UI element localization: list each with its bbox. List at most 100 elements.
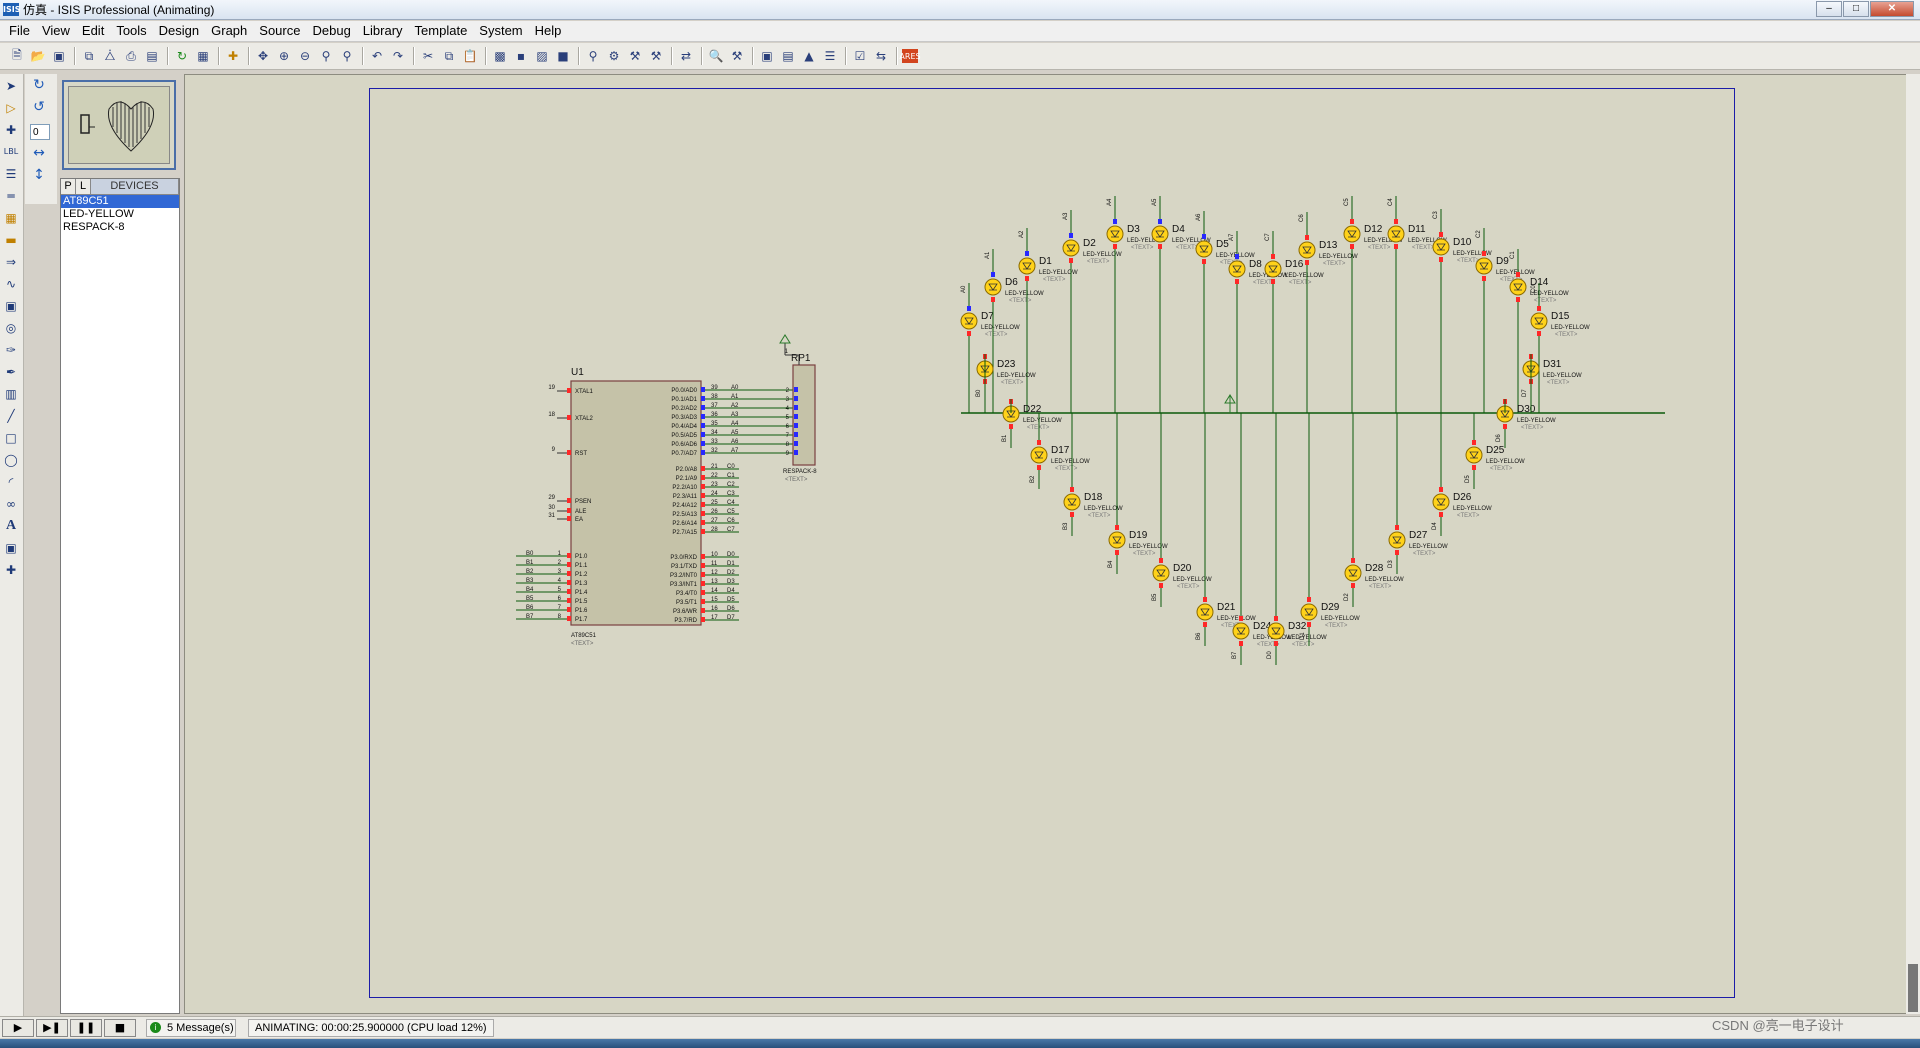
mcu-pin-num: 21 xyxy=(711,464,718,470)
rotation-input[interactable] xyxy=(30,124,50,140)
arc-tool-icon[interactable]: ◜ xyxy=(0,471,22,492)
new-sheet-icon[interactable]: ▣ xyxy=(758,47,776,65)
marker-tool-icon[interactable]: ✚ xyxy=(0,559,22,580)
rotate-clockwise-icon[interactable]: ↻ xyxy=(25,74,53,96)
menu-edit[interactable]: Edit xyxy=(76,21,110,41)
library-manager-button[interactable]: L xyxy=(76,179,91,194)
box-tool-icon[interactable]: □ xyxy=(0,427,22,448)
pin-state-marker xyxy=(1235,279,1239,284)
open-file-icon[interactable]: 📂 xyxy=(29,47,47,65)
step-button[interactable]: ▶❚ xyxy=(36,1018,68,1037)
block-move-icon[interactable]: ▪ xyxy=(512,47,530,65)
menu-source[interactable]: Source xyxy=(253,21,306,41)
voltage-probe-icon[interactable]: ✑ xyxy=(0,339,22,360)
mirror-y-icon[interactable]: ↕ xyxy=(25,164,53,186)
play-button[interactable]: ▶ xyxy=(2,1018,34,1037)
make-device-icon[interactable]: ⚙ xyxy=(605,47,623,65)
grid-icon[interactable]: ▦ xyxy=(194,47,212,65)
subcircuit-icon[interactable]: ▦ xyxy=(0,207,22,228)
pause-button[interactable]: ❚❚ xyxy=(70,1018,102,1037)
tape-recorder-icon[interactable]: ▣ xyxy=(0,295,22,316)
menu-tools[interactable]: Tools xyxy=(110,21,152,41)
led-net-label: A4 xyxy=(1107,198,1113,206)
virtual-instruments-icon[interactable]: ▥ xyxy=(0,383,22,404)
menu-library[interactable]: Library xyxy=(357,21,409,41)
wire-label-icon[interactable]: LBL xyxy=(0,141,22,162)
menu-view[interactable]: View xyxy=(36,21,76,41)
redo-icon[interactable]: ↷ xyxy=(389,47,407,65)
component-mode-icon[interactable]: ▷ xyxy=(0,97,22,118)
export-icon[interactable]: ⧊ xyxy=(101,47,119,65)
pick-device-icon[interactable]: ⚲ xyxy=(584,47,602,65)
graph-mode-icon[interactable]: ∿ xyxy=(0,273,22,294)
undo-icon[interactable]: ↶ xyxy=(368,47,386,65)
netlist-icon[interactable]: ⇆ xyxy=(872,47,890,65)
menu-debug[interactable]: Debug xyxy=(306,21,356,41)
block-delete-icon[interactable]: ■ xyxy=(554,47,572,65)
paste-icon[interactable]: 📋 xyxy=(461,47,479,65)
cut-icon[interactable]: ✂ xyxy=(419,47,437,65)
block-rotate-icon[interactable]: ▨ xyxy=(533,47,551,65)
current-probe-icon[interactable]: ✒ xyxy=(0,361,22,382)
pick-from-library-button[interactable]: P xyxy=(61,179,76,194)
stop-button[interactable]: ■ xyxy=(104,1018,136,1037)
pin-state-marker xyxy=(701,423,705,428)
pan-icon[interactable]: ✥ xyxy=(254,47,272,65)
text-script-icon[interactable]: ☰ xyxy=(0,163,22,184)
import-icon[interactable]: ⧉ xyxy=(80,47,98,65)
property-tool-icon[interactable]: ⚒ xyxy=(728,47,746,65)
remove-sheet-icon[interactable]: ▤ xyxy=(779,47,797,65)
overview-window[interactable] xyxy=(62,80,176,170)
decompose-icon[interactable]: ⚒ xyxy=(647,47,665,65)
path-tool-icon[interactable]: ∞ xyxy=(0,493,22,514)
ares-icon[interactable]: ARES xyxy=(899,49,921,63)
menu-file[interactable]: File xyxy=(3,21,36,41)
buses-icon[interactable]: ═ xyxy=(0,185,22,206)
schematic-editing-window[interactable]: U1 AT89C51 <TEXT> 19 XTAL1 18 XTAL2 9 RST 29 PSEN 3… xyxy=(184,74,1914,1014)
exit-parent-icon[interactable]: ▲ xyxy=(800,47,818,65)
menu-template[interactable]: Template xyxy=(409,21,474,41)
message-counter[interactable]: i 5 Message(s) xyxy=(146,1018,236,1037)
junction-dot-icon[interactable]: ✚ xyxy=(0,119,22,140)
copy-icon[interactable]: ⧉ xyxy=(440,47,458,65)
selection-mode-icon[interactable]: ➤ xyxy=(0,75,22,96)
led-part: LED-YELLOW xyxy=(1023,418,1062,424)
menu-help[interactable]: Help xyxy=(529,21,568,41)
new-file-icon[interactable]: 🗎 xyxy=(8,47,26,65)
vertical-scrollbar[interactable] xyxy=(1906,74,1920,1014)
close-button[interactable]: ✕ xyxy=(1870,1,1914,17)
print-area-icon[interactable]: ▤ xyxy=(143,47,161,65)
device-item-at89c51[interactable]: AT89C51 xyxy=(61,195,179,208)
generator-icon[interactable]: ◎ xyxy=(0,317,22,338)
electrical-rule-check-icon[interactable]: ☑ xyxy=(851,47,869,65)
save-icon[interactable]: ▣ xyxy=(50,47,68,65)
search-icon[interactable]: 🔍 xyxy=(707,47,725,65)
refresh-icon[interactable]: ↻ xyxy=(173,47,191,65)
maximize-button[interactable]: □ xyxy=(1843,1,1869,17)
block-copy-icon[interactable]: ▩ xyxy=(491,47,509,65)
menu-graph[interactable]: Graph xyxy=(205,21,253,41)
terminals-icon[interactable]: ▬ xyxy=(0,229,22,250)
zoom-in-icon[interactable]: ⊕ xyxy=(275,47,293,65)
rotate-anticlockwise-icon[interactable]: ↺ xyxy=(25,96,53,118)
symbol-tool-icon[interactable]: ▣ xyxy=(0,537,22,558)
device-pins-icon[interactable]: ⇒ xyxy=(0,251,22,272)
zoom-out-icon[interactable]: ⊖ xyxy=(296,47,314,65)
line-tool-icon[interactable]: ╱ xyxy=(0,405,22,426)
circle-tool-icon[interactable]: ◯ xyxy=(0,449,22,470)
bill-of-materials-icon[interactable]: ☰ xyxy=(821,47,839,65)
zoom-area-icon[interactable]: ⚲ xyxy=(338,47,356,65)
print-icon[interactable]: ⎙ xyxy=(122,47,140,65)
origin-icon[interactable]: ✚ xyxy=(224,47,242,65)
packaging-icon[interactable]: ⚒ xyxy=(626,47,644,65)
device-item-respack-8[interactable]: RESPACK-8 xyxy=(61,221,179,234)
menu-design[interactable]: Design xyxy=(153,21,205,41)
text-tool-icon[interactable]: A xyxy=(0,515,22,536)
zoom-all-icon[interactable]: ⚲ xyxy=(317,47,335,65)
mirror-x-icon[interactable]: ↔ xyxy=(25,142,53,164)
device-item-led-yellow[interactable]: LED-YELLOW xyxy=(61,208,179,221)
wire-autorouter-icon[interactable]: ⇄ xyxy=(677,47,695,65)
mcu-pin-name: P3.2/INT0 xyxy=(670,573,698,579)
menu-system[interactable]: System xyxy=(473,21,528,41)
minimize-button[interactable]: – xyxy=(1816,1,1842,17)
